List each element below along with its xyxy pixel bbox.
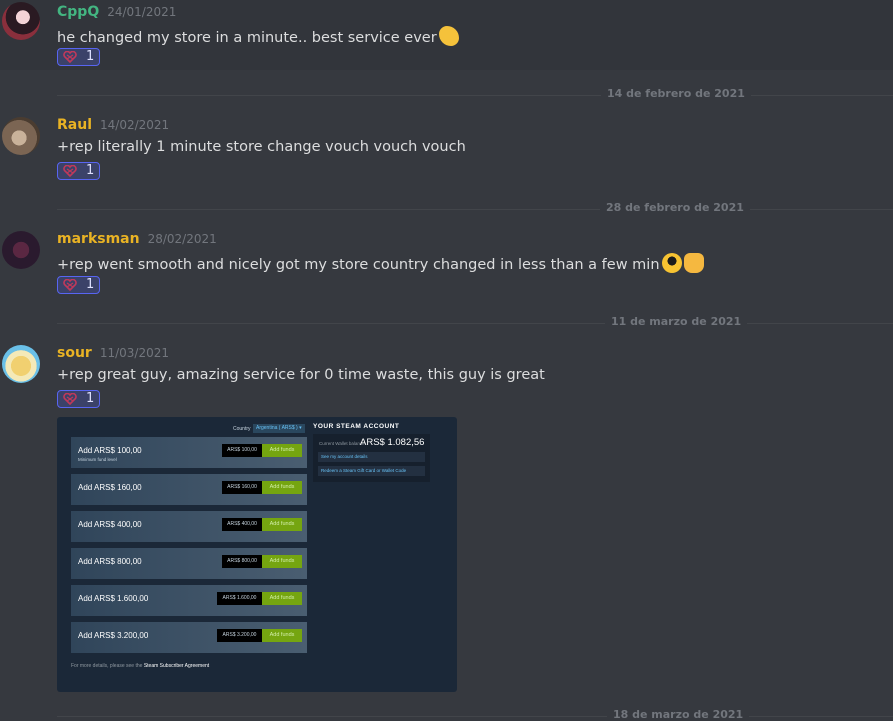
add-funds-button: Add funds: [262, 444, 302, 457]
amount-label: Add ARS$ 160,00: [78, 483, 142, 492]
heart-cross-icon: [63, 51, 77, 63]
message-cppq: CppQ 24/01/2021 he changed my store in a …: [0, 0, 893, 70]
thumbs-up-icon: [683, 253, 704, 273]
minimum-note: Minimum fund level: [78, 457, 117, 462]
reaction-count: 1: [86, 391, 95, 406]
message-text: +rep literally 1 minute store change vou…: [57, 139, 466, 155]
username[interactable]: Raul 14/02/2021: [57, 117, 169, 133]
add-funds-row: Add ARS$ 400,00 ARS$ 400,00 Add funds: [71, 511, 307, 542]
username[interactable]: marksman 28/02/2021: [57, 231, 217, 247]
country-select: Argentina ( ARS$ ) ▾: [253, 424, 305, 433]
heart-cross-icon: [63, 393, 77, 405]
add-funds-button: Add funds: [262, 518, 302, 531]
redeem-link: Redeem a Steam Gift Card or Wallet Code: [318, 466, 425, 476]
add-funds-button: Add funds: [262, 629, 302, 642]
add-funds-row: Add ARS$ 1.600,00 ARS$ 1.600,00 Add fund…: [71, 585, 307, 616]
account-details-link: See my account details: [318, 452, 425, 462]
message-text: +rep great guy, amazing service for 0 ti…: [57, 367, 545, 383]
add-funds-button: Add funds: [262, 555, 302, 568]
timestamp: 14/02/2021: [100, 118, 170, 132]
reaction-button[interactable]: 1: [57, 390, 100, 408]
add-funds-row: Add ARS$ 800,00 ARS$ 800,00 Add funds: [71, 548, 307, 579]
date-divider: 11 de marzo de 2021: [57, 315, 893, 328]
message-text: +rep went smooth and nicely got my store…: [57, 253, 704, 273]
add-funds-button: Add funds: [262, 481, 302, 494]
clapping-hands-icon: [438, 26, 459, 46]
reaction-button[interactable]: 1: [57, 162, 100, 180]
message-marksman: marksman 28/02/2021 +rep went smooth and …: [0, 224, 893, 304]
price-box: ARS$ 800,00: [222, 555, 262, 568]
reaction-button[interactable]: 1: [57, 276, 100, 294]
add-funds-row: Add ARS$ 3.200,00 ARS$ 3.200,00 Add fund…: [71, 622, 307, 653]
account-panel: Current Wallet balance ARS$ 1.082,56 See…: [313, 434, 430, 482]
balance-label: Current Wallet balance: [319, 441, 365, 446]
price-box: ARS$ 100,00: [222, 444, 262, 457]
timestamp: 11/03/2021: [99, 346, 169, 360]
amount-label: Add ARS$ 800,00: [78, 557, 142, 566]
price-box: ARS$ 160,00: [222, 481, 262, 494]
reaction-count: 1: [86, 49, 95, 64]
subscriber-agreement-link: Steam Subscriber Agreement: [143, 663, 210, 669]
date-divider: 14 de febrero de 2021: [57, 87, 893, 100]
balance-value: ARS$ 1.082,56: [360, 437, 425, 448]
amount-label: Add ARS$ 100,00: [78, 446, 142, 455]
add-funds-button: Add funds: [262, 592, 302, 605]
image-attachment[interactable]: Country Argentina ( ARS$ ) ▾ Add ARS$ 10…: [57, 417, 457, 692]
price-box: ARS$ 400,00: [222, 518, 262, 531]
reaction-count: 1: [86, 277, 95, 292]
price-box: ARS$ 1.600,00: [217, 592, 262, 605]
heart-cross-icon: [63, 165, 77, 177]
message-raul: Raul 14/02/2021 +rep literally 1 minute s…: [0, 110, 893, 190]
avatar[interactable]: [2, 231, 40, 269]
reaction-count: 1: [86, 163, 95, 178]
price-box: ARS$ 3.200,00: [217, 629, 262, 642]
add-funds-row: Add ARS$ 160,00 ARS$ 160,00 Add funds: [71, 474, 307, 505]
amount-label: Add ARS$ 400,00: [78, 520, 142, 529]
timestamp: 28/02/2021: [147, 232, 217, 246]
message-text: he changed my store in a minute.. best s…: [57, 26, 459, 46]
reaction-button[interactable]: 1: [57, 48, 100, 66]
avatar[interactable]: [2, 117, 40, 155]
amount-label: Add ARS$ 1.600,00: [78, 594, 149, 603]
timestamp: 24/01/2021: [107, 5, 177, 19]
amount-label: Add ARS$ 3.200,00: [78, 631, 149, 640]
username[interactable]: CppQ 24/01/2021: [57, 4, 176, 20]
avatar[interactable]: [2, 2, 40, 40]
country-label: Country: [233, 426, 251, 432]
footer-note: For more details, please see the Steam S…: [71, 663, 210, 669]
account-title: YOUR STEAM ACCOUNT: [313, 423, 400, 430]
avatar[interactable]: [2, 345, 40, 383]
date-divider: 28 de febrero de 2021: [57, 201, 893, 214]
add-funds-row: Add ARS$ 100,00 Minimum fund level ARS$ …: [71, 437, 307, 468]
heart-cross-icon: [63, 279, 77, 291]
username[interactable]: sour 11/03/2021: [57, 345, 169, 361]
smiling-face-with-sunglasses-icon: [661, 253, 682, 273]
